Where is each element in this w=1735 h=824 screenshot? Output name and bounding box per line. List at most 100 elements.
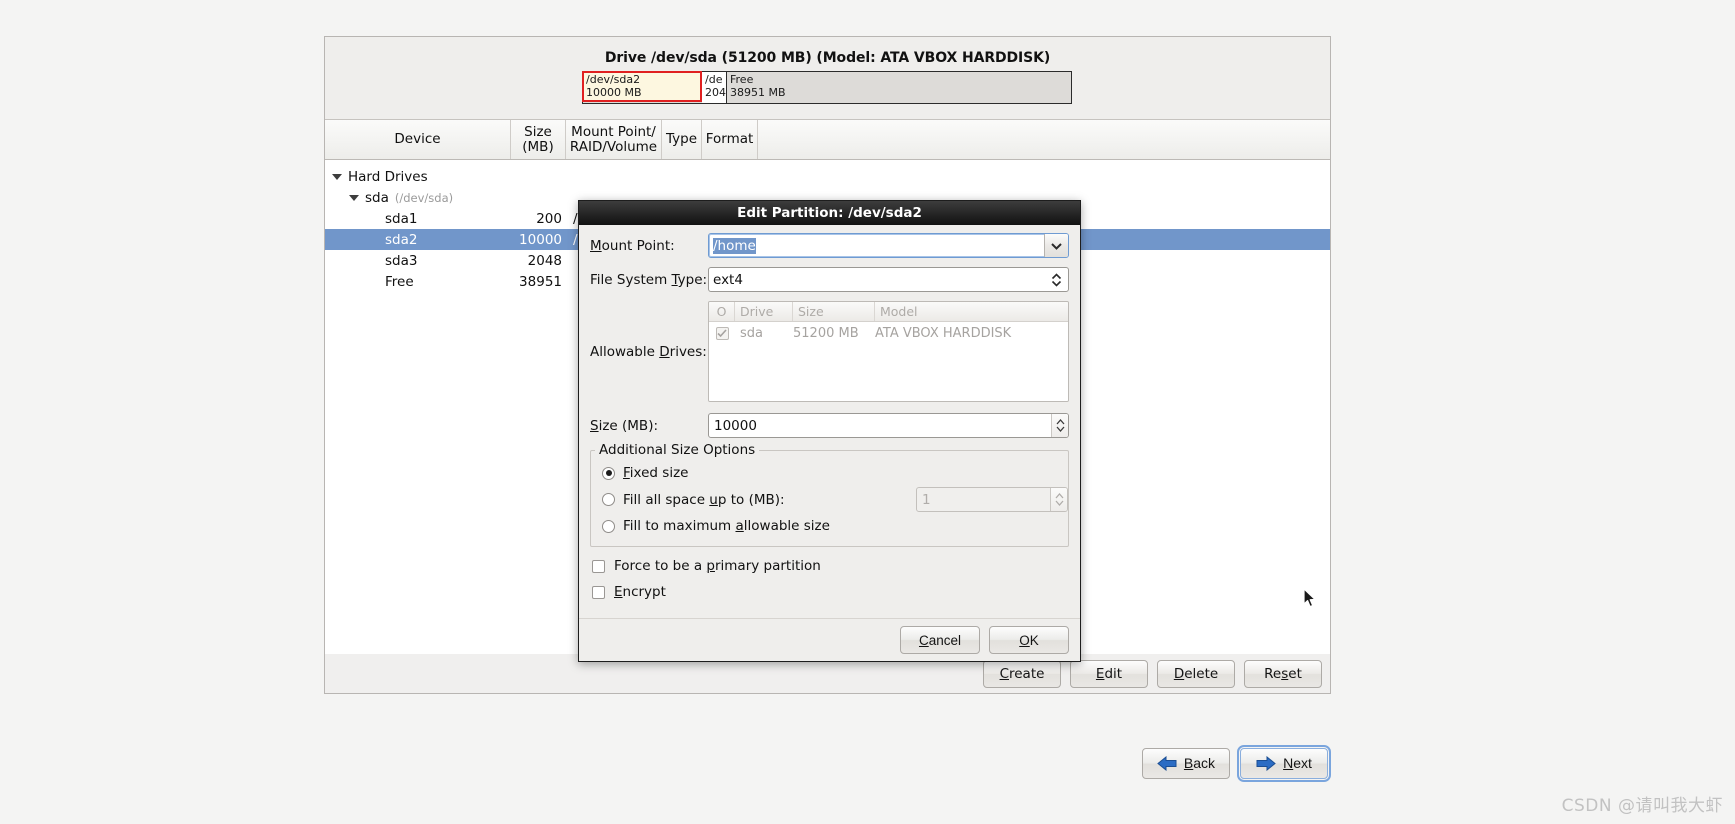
row-device-detail: (/dev/sda) xyxy=(394,190,454,205)
row-device-cell: sda (/dev/sda) xyxy=(325,190,511,206)
row-device-label: Free xyxy=(385,273,414,290)
checkbox-unchecked-icon xyxy=(592,585,605,599)
radio-fixed-size[interactable]: Fixed size xyxy=(591,462,1068,484)
row-device-cell: sda2 xyxy=(325,232,511,248)
chevron-down-icon[interactable] xyxy=(349,194,359,201)
drive-segment-free[interactable]: Free 38951 MB xyxy=(727,72,1071,103)
row-device-label: sda3 xyxy=(385,252,418,269)
fs-type-value: ext4 xyxy=(713,271,743,288)
column-header-size-line1: Size xyxy=(524,124,552,140)
drive-segment-size: 204 xyxy=(705,85,726,99)
delete-button[interactable]: Delete xyxy=(1157,659,1235,688)
row-size-cell: 38951 xyxy=(519,273,562,290)
drives-list-header: O Drive Size Model xyxy=(709,302,1068,322)
size-spinner[interactable]: 10000 xyxy=(708,413,1069,438)
drives-col-check: O xyxy=(709,302,735,321)
force-primary-checkbox-row[interactable]: Force to be a primary partition xyxy=(590,553,1069,579)
arrow-left-icon xyxy=(1157,755,1177,771)
column-header-mount-line2: RAID/Volume xyxy=(569,138,658,155)
row-device-label: sda2 xyxy=(385,231,418,248)
fill-upto-spinner-wrap: 1 xyxy=(916,487,1068,512)
row-size-cell: 2048 xyxy=(527,252,562,269)
fs-type-combo[interactable]: ext4 xyxy=(708,267,1069,292)
fs-type-label: File System Type: xyxy=(590,271,708,288)
checkbox-checked-icon xyxy=(715,326,729,340)
drives-col-drive: Drive xyxy=(735,302,793,321)
drives-col-model: Model xyxy=(880,304,918,319)
checkbox-unchecked-icon xyxy=(592,559,605,573)
row-device-label: sda1 xyxy=(385,210,418,227)
create-button[interactable]: Create xyxy=(983,659,1061,688)
column-header-mount-line1: Mount Point/ xyxy=(571,124,656,140)
mount-point-value: /home xyxy=(713,237,756,254)
column-header-type[interactable]: Type xyxy=(662,120,702,159)
edit-partition-dialog: Edit Partition: /dev/sda2 Mount Point: /… xyxy=(578,200,1081,662)
table-row[interactable]: Hard Drives xyxy=(325,166,1330,187)
row-size-cell: 10000 xyxy=(519,231,562,248)
radio-fill-upto[interactable]: Fill all space up to (MB): 1 xyxy=(591,484,1068,515)
cancel-button[interactable]: Cancel xyxy=(900,626,980,654)
drive-title: Drive /dev/sda (51200 MB) (Model: ATA VB… xyxy=(604,50,1051,66)
column-header-format[interactable]: Format xyxy=(702,120,758,159)
ok-button[interactable]: OK xyxy=(989,626,1069,654)
column-header-filler xyxy=(758,120,1330,159)
allowable-drives-label: Allowable Drives: xyxy=(590,343,707,360)
wizard-nav: Back Next xyxy=(324,740,1331,786)
next-button-label: Next xyxy=(1283,755,1312,771)
dialog-body: Mount Point: /home File System Type: ext… xyxy=(579,225,1080,605)
row-device-cell: sda3 xyxy=(325,253,511,269)
encrypt-checkbox-row[interactable]: Encrypt xyxy=(590,579,1069,605)
fill-upto-input[interactable]: 1 xyxy=(917,488,1050,511)
row-device-cell: Hard Drives xyxy=(325,169,511,185)
row-device-cell: Free xyxy=(325,274,511,290)
chevron-down-icon[interactable] xyxy=(332,173,342,180)
force-primary-label: Force to be a primary partition xyxy=(614,558,821,574)
size-row: Size (MB): 10000 xyxy=(590,413,1069,438)
radio-fill-max-label: Fill to maximum allowable size xyxy=(623,518,830,534)
back-button-label: Back xyxy=(1183,755,1216,771)
mount-point-combo[interactable]: /home xyxy=(708,233,1069,258)
column-header-size[interactable]: Size (MB) xyxy=(511,120,566,159)
column-header-mountpoint[interactable]: Mount Point/ RAID/Volume xyxy=(566,120,662,159)
column-header-size-line2: (MB) xyxy=(522,138,554,155)
mount-point-input[interactable]: /home xyxy=(709,234,1044,257)
drive-size: 51200 MB xyxy=(793,325,859,341)
column-header-device[interactable]: Device xyxy=(325,120,511,159)
row-device-label: Hard Drives xyxy=(348,168,428,185)
radio-fill-upto-label: Fill all space up to (MB): xyxy=(623,491,785,508)
drives-col-size: Size xyxy=(793,302,875,321)
drives-list-row[interactable]: sda 51200 MB ATA VBOX HARDDISK xyxy=(709,322,1068,344)
size-input[interactable]: 10000 xyxy=(709,414,1051,437)
drive-segment-size: 38951 MB xyxy=(730,85,786,99)
drive-segment-size: 10000 MB xyxy=(586,85,642,99)
reset-button[interactable]: Re s et xyxy=(1244,659,1322,688)
allowable-drives-list[interactable]: O Drive Size Model sda 51200 MB ATA VBOX… xyxy=(708,301,1069,402)
edit-button[interactable]: Edit xyxy=(1070,659,1148,688)
radio-selected-icon xyxy=(602,466,615,480)
radio-unselected-icon xyxy=(602,519,615,533)
dialog-footer: Cancel OK xyxy=(579,618,1080,661)
screen: Drive /dev/sda (51200 MB) (Model: ATA VB… xyxy=(0,0,1735,824)
back-button[interactable]: Back xyxy=(1142,747,1230,779)
spinner-arrows-icon[interactable] xyxy=(1051,414,1068,437)
mount-point-row: Mount Point: /home xyxy=(590,233,1069,258)
arrow-right-icon xyxy=(1256,755,1276,771)
spinner-arrows-icon[interactable] xyxy=(1050,488,1067,511)
radio-fill-max[interactable]: Fill to maximum allowable size xyxy=(591,515,1068,537)
next-button[interactable]: Next xyxy=(1237,744,1331,782)
mount-point-label: Mount Point: xyxy=(590,237,675,254)
chevron-updown-icon[interactable] xyxy=(1044,268,1068,291)
drive-segment-name: /dev/sda2 xyxy=(586,73,641,86)
fill-upto-spinner[interactable]: 1 xyxy=(916,487,1068,512)
encrypt-label: Encrypt xyxy=(614,584,666,600)
chevron-down-icon[interactable] xyxy=(1044,234,1068,257)
size-label: Size (MB): xyxy=(590,417,659,434)
drive-segment-sda2[interactable]: /dev/sda2 10000 MB xyxy=(582,71,702,102)
row-device-cell: sda1 xyxy=(325,211,511,227)
drive-segment-sda1[interactable]: /de 204 xyxy=(702,72,727,103)
drive-graphic-block: Drive /dev/sda (51200 MB) (Model: ATA VB… xyxy=(325,37,1330,120)
row-device-label: sda xyxy=(365,189,389,206)
device-tree-header: Device Size (MB) Mount Point/ RAID/Volum… xyxy=(325,120,1330,160)
drive-segment-name: Free xyxy=(730,73,754,86)
drive-checkbox[interactable] xyxy=(709,326,735,340)
